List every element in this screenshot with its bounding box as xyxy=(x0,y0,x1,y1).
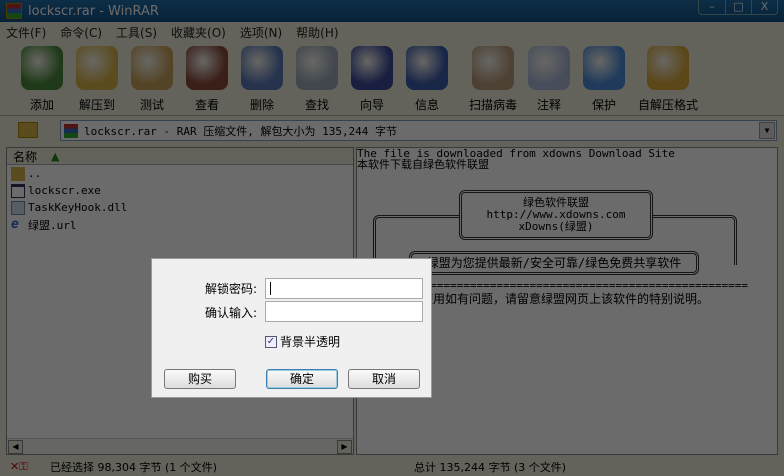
toolbar-label: 扫描病毒 xyxy=(468,98,517,112)
toolbar-button-1[interactable]: 解压到 xyxy=(67,46,127,113)
toolbar-icon xyxy=(472,46,514,90)
menu-tools[interactable]: 工具(S) xyxy=(116,24,157,41)
address-bar: lockscr.rar - RAR 压缩文件, 解包大小为 135,244 字节… xyxy=(0,118,784,144)
toolbar-icon xyxy=(186,46,228,90)
toolbar-button-10[interactable]: 保护 xyxy=(574,46,634,113)
up-folder-button[interactable] xyxy=(18,122,38,138)
scroll-left-icon[interactable]: ◀ xyxy=(8,440,23,454)
winrar-app-icon xyxy=(6,3,22,19)
file-name: TaskKeyHook.dll xyxy=(28,201,128,214)
status-selected: 已经选择 98,304 字节 (1 个文件) xyxy=(50,461,218,474)
toolbar-button-9[interactable]: 注释 xyxy=(519,46,579,113)
toolbar-button-4[interactable]: 删除 xyxy=(232,46,292,113)
toolbar-label: 查看 xyxy=(194,98,219,112)
toolbar-label: 添加 xyxy=(29,98,54,112)
internet-shortcut-icon: e xyxy=(11,216,19,232)
cancel-button[interactable]: 取消 xyxy=(348,369,420,389)
exe-icon xyxy=(11,183,25,198)
toolbar-icon xyxy=(583,46,625,90)
toolbar-label: 自解压格式 xyxy=(638,98,699,112)
minimize-button[interactable]: – xyxy=(699,0,725,14)
file-name: .. xyxy=(28,167,42,180)
address-dropdown-icon[interactable]: ▼ xyxy=(759,122,775,139)
toolbar-icon xyxy=(351,46,393,90)
password-label: 解锁密码: xyxy=(204,282,257,296)
close-button[interactable]: X xyxy=(751,0,777,14)
file-row[interactable]: e 绿盟.url xyxy=(7,216,353,233)
toolbar-button-7[interactable]: 信息 xyxy=(397,46,457,113)
lock-key-icon: ✕⚿ xyxy=(10,460,28,473)
comment-box: 绿色软件联盟 http://www.xdowns.com xDowns(绿盟) xyxy=(459,190,653,240)
toolbar-icon xyxy=(296,46,338,90)
checkbox-checked-icon: ✓ xyxy=(265,335,277,348)
confirm-label: 确认输入: xyxy=(204,306,257,320)
toolbar-label: 注释 xyxy=(536,98,561,112)
title-bar: lockscr.rar - WinRAR – □ X xyxy=(0,0,784,22)
menu-file[interactable]: 文件(F) xyxy=(6,24,46,41)
password-input[interactable] xyxy=(265,278,423,299)
box-name: xDowns(绿盟) xyxy=(518,220,594,233)
toolbar-button-6[interactable]: 向导 xyxy=(342,46,402,113)
unlock-password-dialog: 解锁密码: 确认输入: ✓ 背景半透明 购买 确定 取消 xyxy=(151,258,432,398)
rar-archive-icon xyxy=(64,123,78,138)
menu-options[interactable]: 选项(N) xyxy=(240,24,282,41)
menu-favorites[interactable]: 收藏夹(O) xyxy=(171,24,226,41)
toolbar-icon xyxy=(131,46,173,90)
menu-help[interactable]: 帮助(H) xyxy=(296,24,338,41)
horizontal-scrollbar[interactable]: ◀ ▶ xyxy=(7,438,353,454)
toolbar-button-8[interactable]: 扫描病毒 xyxy=(463,46,523,113)
toolbar-label: 向导 xyxy=(359,98,384,112)
file-name: lockscr.exe xyxy=(28,184,101,197)
buy-button[interactable]: 购买 xyxy=(164,369,236,389)
toolbar-button-2[interactable]: 测试 xyxy=(122,46,182,113)
status-bar: ✕⚿ 已经选择 98,304 字节 (1 个文件) 总计 135,244 字节 … xyxy=(0,458,784,476)
file-row[interactable]: lockscr.exe xyxy=(7,182,353,199)
separator-line: ========================================… xyxy=(397,279,748,292)
toolbar-button-11[interactable]: 自解压格式 xyxy=(638,46,698,113)
toolbar: 添加 解压到 测试 查看 删除 查找 向导 信息 扫描病毒 注释 保护 自解压格式 xyxy=(0,44,784,116)
toolbar-icon xyxy=(406,46,448,90)
comment-line: 本软件下载自绿色软件联盟 xyxy=(357,158,489,171)
confirm-input[interactable] xyxy=(265,301,423,322)
toolbar-label: 保护 xyxy=(591,98,616,112)
window-title: lockscr.rar - WinRAR xyxy=(28,3,159,19)
translucent-background-checkbox[interactable]: ✓ 背景半透明 xyxy=(265,333,340,350)
toolbar-label: 信息 xyxy=(414,98,439,112)
file-row[interactable]: TaskKeyHook.dll xyxy=(7,199,353,216)
toolbar-button-0[interactable]: 添加 xyxy=(12,46,72,113)
toolbar-icon xyxy=(528,46,570,90)
toolbar-label: 查找 xyxy=(304,98,329,112)
sort-ascending-icon: ▲ xyxy=(51,149,60,163)
column-header-name[interactable]: 名称 ▲ xyxy=(7,148,353,165)
toolbar-icon xyxy=(647,46,689,90)
toolbar-button-3[interactable]: 查看 xyxy=(177,46,237,113)
status-total: 总计 135,244 字节 (3 个文件) xyxy=(414,461,567,474)
address-text: lockscr.rar - RAR 压缩文件, 解包大小为 135,244 字节 xyxy=(84,124,398,138)
file-row[interactable]: .. xyxy=(7,165,353,182)
slogan-text: 绿盟为您提供最新/安全可靠/绿色免费共享软件 xyxy=(426,256,682,270)
menu-commands[interactable]: 命令(C) xyxy=(60,24,102,41)
toolbar-button-5[interactable]: 查找 xyxy=(287,46,347,113)
toolbar-icon xyxy=(241,46,283,90)
winrar-window: lockscr.rar - WinRAR – □ X 文件(F) 命令(C) 工… xyxy=(0,0,784,476)
column-name-label: 名称 xyxy=(13,149,38,164)
toolbar-icon xyxy=(76,46,118,90)
file-name: 绿盟.url xyxy=(28,218,77,232)
menu-bar: 文件(F) 命令(C) 工具(S) 收藏夹(O) 选项(N) 帮助(H) xyxy=(0,22,784,42)
address-field[interactable]: lockscr.rar - RAR 压缩文件, 解包大小为 135,244 字节… xyxy=(60,120,777,141)
ok-button[interactable]: 确定 xyxy=(266,369,338,389)
toolbar-icon xyxy=(21,46,63,90)
text-caret xyxy=(270,282,271,295)
scroll-right-icon[interactable]: ▶ xyxy=(337,440,352,454)
slogan-box: 绿盟为您提供最新/安全可靠/绿色免费共享软件 xyxy=(409,251,699,275)
maximize-button[interactable]: □ xyxy=(725,0,751,14)
toolbar-label: 解压到 xyxy=(78,98,115,112)
checkbox-label: 背景半透明 xyxy=(280,335,341,349)
dll-icon xyxy=(11,200,25,215)
folder-icon xyxy=(11,166,25,181)
comment-note: 安装使用如有问题，请留意绿盟网页上该软件的特别说明。 xyxy=(397,292,710,306)
toolbar-label: 测试 xyxy=(139,98,164,112)
toolbar-label: 删除 xyxy=(249,98,274,112)
